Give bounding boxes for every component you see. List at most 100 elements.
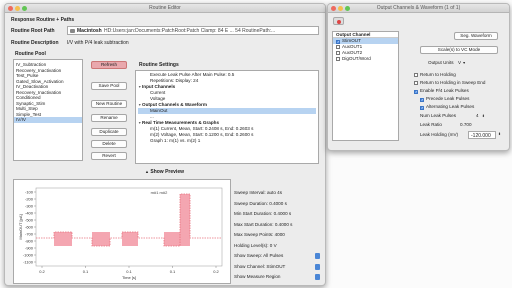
duplicate-button[interactable]: Duplicate — [91, 128, 127, 136]
pool-list-item[interactable]: IV/IV — [14, 117, 82, 123]
preview-info-panel: Sweep Interval: auto 4s Sweep Duration: 0… — [234, 188, 320, 283]
delete-button[interactable]: Delete — [91, 140, 127, 148]
alternating-leak-option[interactable]: ✓ Alternating Leak Pulses — [420, 104, 474, 110]
settings-row-label: Repetitions: Display: 24 — [150, 78, 199, 83]
settings-row-label: Voltage — [150, 96, 166, 101]
scale-vc-mode-button[interactable]: Scale(s) to VC Mode — [420, 46, 498, 54]
info-label: Show Channel: StimOUT — [234, 263, 286, 269]
disk-icon — [70, 29, 75, 33]
toggle-switch[interactable] — [315, 274, 320, 280]
record-toolbar-button[interactable] — [333, 17, 344, 25]
leak-pulse-block — [54, 232, 72, 246]
preview-plot[interactable]: -100 -200 -300 -400 -500 -600 -700 -800 -900 -100… — [13, 179, 231, 284]
enable-leak-option[interactable]: ✓ Enable P/4 Leak Pulses — [414, 88, 469, 94]
info-row: Max Sweep Points: 4000 — [234, 230, 320, 241]
leak-holding-field[interactable]: -120.000 — [468, 131, 496, 139]
title-bar: Output Channels & Waveform (1 of 1) — [328, 4, 509, 13]
return-holding-checkbox[interactable] — [414, 72, 418, 77]
y-tick-label: -300 — [25, 204, 34, 209]
settings-row-label: Input Channels — [142, 84, 176, 89]
channel-checkbox[interactable] — [336, 50, 340, 55]
preview-title: Show Preview — [150, 169, 184, 175]
settings-tree-row[interactable]: Graph 1: m(1) vs. m(2) 1 — [138, 138, 316, 144]
seg-waveform-button[interactable]: Seg. Waveform — [454, 32, 498, 40]
leak-ratio-value[interactable]: 0.700 — [460, 122, 472, 128]
precede-leak-checkbox[interactable]: ✓ — [420, 97, 424, 102]
toggle-switch[interactable] — [315, 253, 320, 259]
channel-label: AuxOUT2 — [342, 50, 363, 55]
channel-checkbox[interactable] — [336, 44, 340, 49]
x-tick-label: 0.2 — [39, 269, 45, 274]
save-pool-button[interactable]: Save Pool — [91, 82, 127, 90]
settings-row-label: m(2) Voltage, Mean, Start: 0.1200 s, End… — [150, 132, 254, 137]
precede-leak-option[interactable]: ✓ Precede Leak Pulses — [420, 96, 469, 102]
pool-label: Routine Pool — [15, 51, 46, 57]
y-tick-label: -500 — [25, 218, 34, 223]
settings-row-label: MainOut — [150, 108, 168, 113]
rename-button[interactable]: Rename — [91, 114, 127, 122]
leak-pulse-block — [164, 232, 180, 246]
return-holding-option[interactable]: Return to Holding — [414, 72, 456, 78]
x-tick-label: 0.1 — [170, 269, 176, 274]
revert-button[interactable]: Revert — [91, 152, 127, 160]
stepper-icon[interactable]: ⬍ — [498, 132, 501, 136]
y-tick-label: -400 — [25, 211, 34, 216]
output-channels-window: Output Channels & Waveform (1 of 1) Outp… — [327, 3, 510, 151]
precede-leak-label: Precede Leak Pulses — [426, 96, 470, 101]
return-holding-label: Return to Holding — [420, 72, 456, 77]
new-routine-button[interactable]: New Routine — [91, 100, 127, 108]
description-value[interactable]: I/V with P/4 leak subtraction — [67, 40, 129, 46]
x-axis-label: Time [s] — [122, 275, 136, 280]
enable-leak-checkbox[interactable]: ✓ — [414, 89, 418, 94]
num-leak-stepper[interactable]: 4 ⬍ — [476, 113, 485, 119]
channel-label: DigOUT/Word — [342, 56, 371, 61]
output-units-select[interactable]: V ▼ — [458, 60, 466, 66]
routine-editor-window: Routine Editor Response Routine + Paths … — [4, 3, 326, 286]
disclosure-triangle-icon: ▲ — [145, 169, 149, 174]
y-tick-label: -1100 — [23, 260, 34, 265]
leak-ratio-label: Leak Ratio — [420, 122, 442, 127]
x-tick-label: 0.1 — [83, 269, 89, 274]
routine-settings-tree[interactable]: Execute Leak Pulse After Main Pulse: 0.5… — [135, 70, 319, 164]
settings-row-label: Execute Leak Pulse After Main Pulse: 0.5 — [150, 72, 235, 77]
plot-legend: m#1 m#2 — [151, 190, 168, 195]
settings-row-label: Current — [150, 90, 166, 95]
y-tick-label: -700 — [25, 232, 34, 237]
info-row: Show Channel: StimOUT — [234, 262, 320, 273]
info-label: Show Measure Region — [234, 274, 281, 279]
info-row: Show Measure Region — [234, 272, 320, 283]
return-sweep-end-option[interactable]: Return to Holding in Sweep End — [414, 80, 485, 86]
enable-leak-label: Enable P/4 Leak Pulses — [420, 88, 469, 93]
refresh-button[interactable]: Refresh — [91, 61, 127, 69]
channel-label: AuxOUT1 — [342, 44, 363, 49]
toggle-switch[interactable] — [315, 263, 320, 270]
info-label: Holding Level(s): 0 V — [234, 242, 277, 248]
output-channel-list[interactable]: Output Channel ✓ StimOUT AuxOUT1 AuxOUT2 Dig… — [332, 31, 399, 141]
y-tick-label: -600 — [25, 225, 34, 230]
return-sweep-end-checkbox[interactable] — [414, 80, 418, 85]
plot-area — [35, 187, 223, 267]
alternating-leak-checkbox[interactable]: ✓ — [420, 105, 424, 110]
waveform-plot-svg: -100 -200 -300 -400 -500 -600 -700 -800 -900 -100… — [18, 187, 223, 280]
output-units-label: Output Units — [428, 60, 454, 65]
info-label: Sweep Interval: auto 4s — [234, 190, 283, 195]
window-title: Output Channels & Waveform (1 of 1) — [376, 5, 461, 11]
channel-checkbox[interactable] — [336, 56, 340, 61]
info-label: Min Start Duration: 0.4000 s — [234, 211, 292, 216]
section-title: Response Routine + Paths — [11, 17, 75, 23]
channel-checkbox[interactable]: ✓ — [336, 39, 340, 44]
leak-pulse-block — [122, 232, 138, 246]
output-channel-item[interactable]: DigOUT/Word — [333, 56, 398, 62]
settings-label: Routine Settings — [139, 62, 179, 68]
info-label: Max Start Duration: 0.4000 s — [234, 221, 293, 227]
settings-row-label: Real Time Measurements & Graphs — [142, 120, 220, 125]
path-host: Macintosh — [77, 28, 102, 34]
settings-row-label: Output Channels & Waveform — [142, 102, 207, 107]
routine-pool-list[interactable]: IV_Subtraction Recovery_Inactivation Test_… — [13, 59, 83, 161]
preview-disclosure[interactable]: ▲ Show Preview — [145, 169, 184, 175]
y-tick-label: -200 — [25, 197, 34, 202]
path-field[interactable]: Macintosh HD:Users:jan:Documents:PatchRo… — [67, 26, 319, 35]
settings-row-label: m(1) Current, Mean, Start: 0.2408 s, End… — [150, 126, 254, 131]
alternating-leak-label: Alternating Leak Pulses — [426, 104, 475, 109]
num-leak-value: 4 — [476, 113, 479, 118]
